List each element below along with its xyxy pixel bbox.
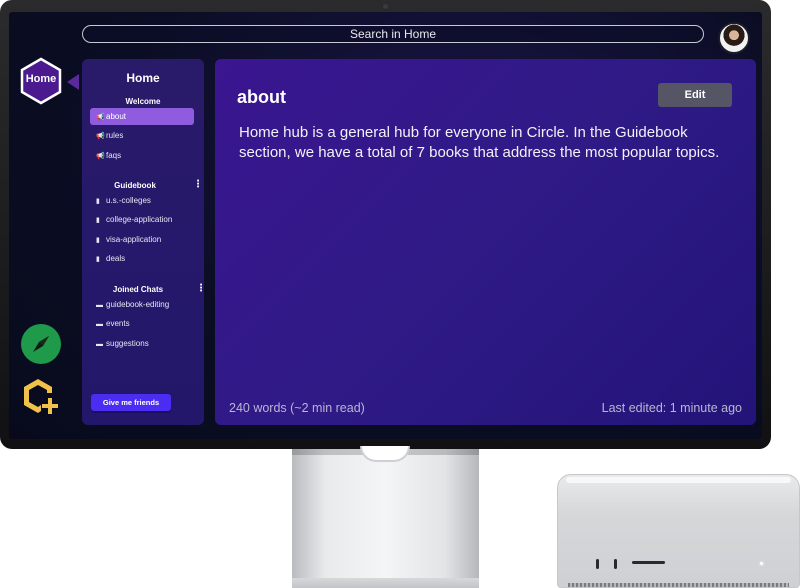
- book-deals[interactable]: ▮ deals: [90, 250, 194, 267]
- stand-foot: [292, 578, 479, 588]
- chat-suggestions[interactable]: ▬ suggestions: [90, 335, 194, 352]
- camera-icon: [383, 4, 388, 9]
- word-count: 240 words (~2 min read): [229, 401, 365, 415]
- highlight: [566, 477, 791, 483]
- channel-label: rules: [106, 131, 124, 140]
- explore-button[interactable]: [21, 324, 61, 364]
- section-joined-chats-heading: Joined Chats: [112, 285, 164, 294]
- hub-home-button[interactable]: Home: [19, 57, 63, 105]
- app-screen: Search in Home Home Home Welcome 📢about …: [9, 12, 762, 439]
- book-visa-application[interactable]: ▮ visa-application: [90, 231, 194, 248]
- megaphone-icon: 📢: [96, 114, 105, 121]
- channel-content-panel: about Edit Home hub is a general hub for…: [215, 59, 756, 425]
- power-led: [760, 562, 763, 565]
- add-hub-icon: [24, 379, 58, 414]
- chat-guidebook-editing[interactable]: ▬ guidebook-editing: [90, 296, 194, 313]
- document-icon: ▮: [96, 198, 100, 205]
- book-label: u.s.-colleges: [106, 196, 151, 205]
- book-us-colleges[interactable]: ▮ u.s.-colleges: [90, 192, 194, 209]
- channel-label: about: [106, 112, 127, 121]
- hub-home-label: Home: [25, 73, 57, 85]
- channel-faqs[interactable]: 📢faqs: [90, 147, 194, 164]
- page-title: about: [237, 87, 286, 107]
- studio-display: Search in Home Home Home Welcome 📢about …: [0, 0, 771, 449]
- monitor-stand: [292, 449, 479, 588]
- more-options-icon[interactable]: ⋮: [193, 179, 203, 191]
- book-label: college-application: [106, 215, 173, 224]
- chat-icon: ▬: [96, 302, 103, 309]
- sd-card-slot: [632, 561, 665, 564]
- channel-about[interactable]: 📢about: [90, 108, 194, 125]
- edit-button[interactable]: Edit: [658, 83, 732, 107]
- book-label: visa-application: [106, 235, 162, 244]
- document-icon: ▮: [96, 256, 100, 263]
- active-indicator: [67, 74, 79, 90]
- chat-label: suggestions: [106, 339, 149, 348]
- book-label: deals: [106, 254, 126, 263]
- usb-port: [614, 559, 617, 569]
- hub-sidebar: Home Welcome 📢about 📢rules 📢faqs Guidebo…: [82, 59, 206, 425]
- channel-rules[interactable]: 📢rules: [90, 127, 194, 144]
- section-welcome-heading: Welcome: [125, 97, 161, 106]
- megaphone-icon: 📢: [96, 133, 105, 140]
- usb-port: [596, 559, 599, 569]
- last-edited: Last edited: 1 minute ago: [601, 401, 742, 415]
- megaphone-icon: 📢: [96, 153, 105, 160]
- section-guidebook-heading: Guidebook: [114, 181, 156, 190]
- search-input[interactable]: Search in Home: [82, 25, 704, 43]
- document-icon: ▮: [96, 237, 100, 244]
- chat-icon: ▬: [96, 321, 103, 328]
- chat-label: events: [106, 319, 130, 328]
- channel-label: faqs: [106, 151, 122, 160]
- document-icon: ▮: [96, 217, 100, 224]
- avatar[interactable]: [718, 22, 750, 54]
- add-hub-button[interactable]: [21, 376, 61, 416]
- compass-icon: [33, 336, 49, 352]
- channel-body-text: Home hub is a general hub for everyone i…: [239, 124, 720, 161]
- chat-icon: ▬: [96, 341, 103, 348]
- sidebar-title: Home: [126, 71, 160, 85]
- mac-studio: [557, 474, 800, 588]
- give-me-friends-button[interactable]: Give me friends: [91, 394, 171, 411]
- more-options-icon[interactable]: ⋮: [196, 283, 206, 295]
- vent-grille: [568, 583, 789, 587]
- chat-events[interactable]: ▬ events: [90, 315, 194, 332]
- chat-label: guidebook-editing: [106, 300, 170, 309]
- book-college-application[interactable]: ▮ college-application: [90, 211, 194, 228]
